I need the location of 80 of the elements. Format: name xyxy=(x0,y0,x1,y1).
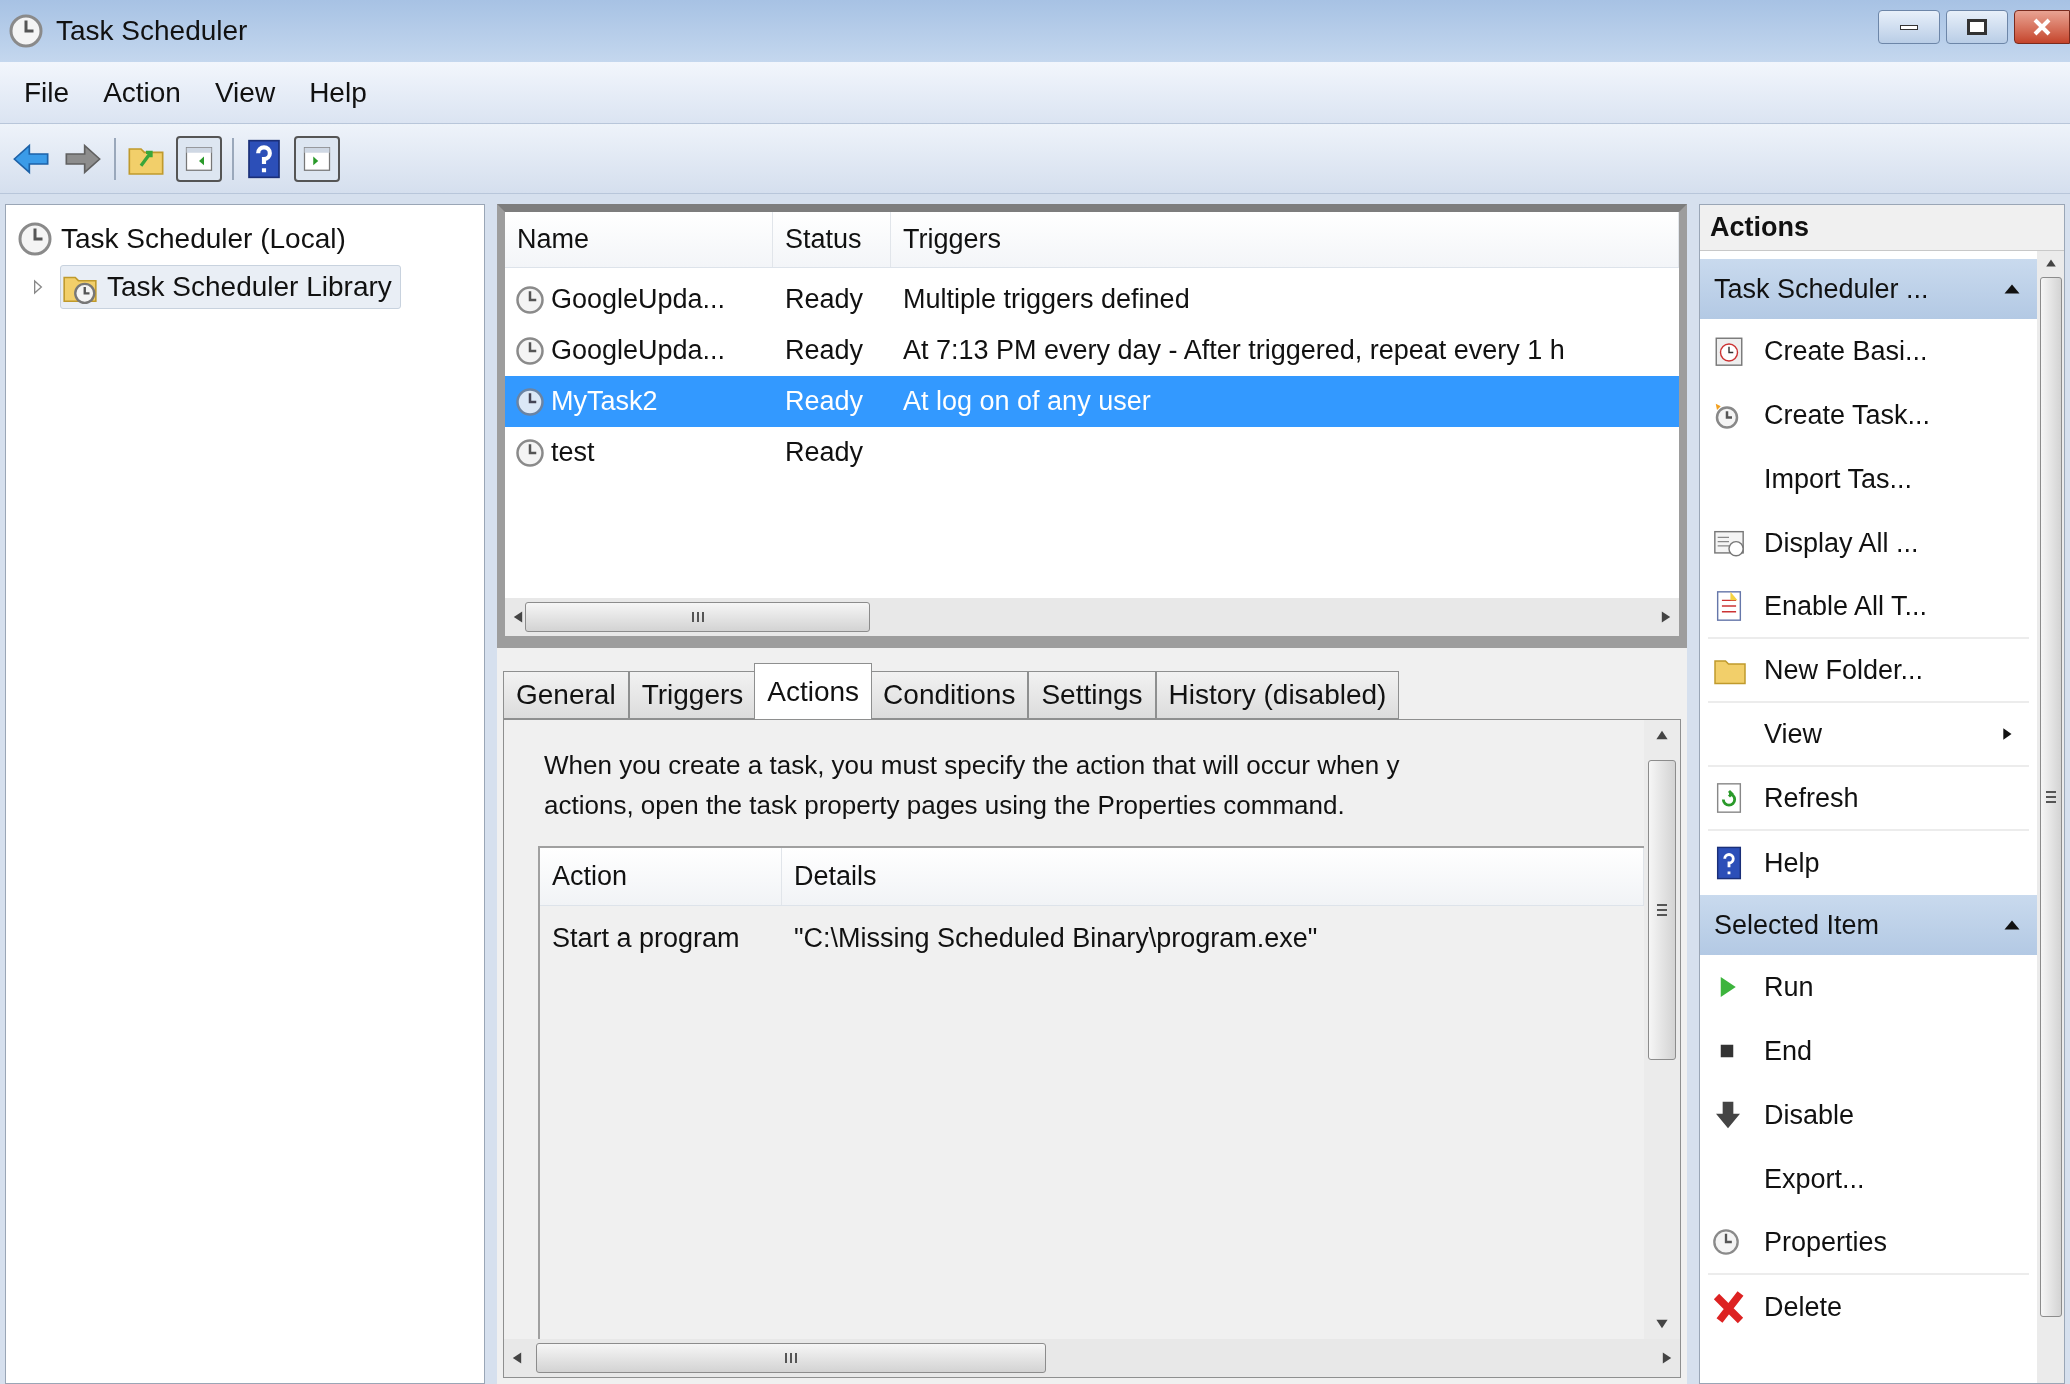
task-status: Ready xyxy=(784,334,865,368)
tab[interactable]: History (disabled) xyxy=(1155,671,1400,719)
action-item[interactable]: Create Basi... xyxy=(1708,319,2029,383)
menu-item[interactable]: View xyxy=(212,71,278,114)
tree-item[interactable]: Task Scheduler (Local) xyxy=(16,217,355,261)
action-item[interactable]: Enable All T... xyxy=(1708,575,2029,639)
action-item[interactable]: Import Tas... xyxy=(1708,447,2029,511)
close-button[interactable] xyxy=(2014,10,2070,44)
grip-icon xyxy=(2044,789,2057,805)
horizontal-scrollbar[interactable] xyxy=(505,598,1679,636)
action-cell-text: Start a program xyxy=(551,921,741,955)
grip-icon xyxy=(689,611,706,623)
close-icon xyxy=(2032,17,2052,37)
task-name: GoogleUpda... xyxy=(551,283,726,317)
menu-item[interactable]: Action xyxy=(101,71,183,114)
task-triggers: At 7:13 PM every day - After triggered, repeat every 1 h xyxy=(902,334,1566,368)
menu-item[interactable]: File xyxy=(22,71,72,114)
clock-icon xyxy=(8,13,44,49)
minimize-icon xyxy=(1900,24,1918,30)
action-item[interactable]: View xyxy=(1708,703,2029,767)
clock-icon xyxy=(515,284,545,315)
clock-icon xyxy=(1712,1228,1740,1256)
grip-icon xyxy=(1656,902,1668,918)
tab[interactable]: General xyxy=(503,671,629,719)
description-text: actions, open the task property pages using the Properties command. xyxy=(544,789,1346,822)
horizontal-scrollbar[interactable] xyxy=(504,1339,1680,1377)
task-row[interactable]: GoogleUpda... Ready Multiple triggers defined xyxy=(505,274,1679,325)
scroll-up-icon[interactable] xyxy=(2043,257,2058,269)
details-cell-text: "C:\Missing Scheduled Binary\program.exe" xyxy=(793,921,1319,955)
tree-item[interactable]: Task Scheduler Library xyxy=(60,265,401,309)
vertical-scrollbar[interactable] xyxy=(2037,251,2064,1383)
task-row[interactable]: GoogleUpda... Ready At 7:13 PM every day - After triggered, repeat every 1 h xyxy=(505,325,1679,376)
action-item[interactable]: Properties xyxy=(1708,1211,2029,1275)
action-item[interactable]: Display All ... xyxy=(1708,511,2029,575)
tab[interactable]: Conditions xyxy=(870,671,1029,719)
show-hide-action-pane-button[interactable] xyxy=(294,135,340,182)
menu-item[interactable]: Help xyxy=(307,71,369,114)
action-item[interactable]: Refresh xyxy=(1708,767,2029,831)
tab[interactable]: Triggers xyxy=(628,671,757,719)
action-item[interactable]: Export... xyxy=(1708,1147,2029,1211)
scrollbar-thumb[interactable] xyxy=(1648,760,1676,1060)
task-status: Ready xyxy=(784,283,865,317)
maximize-button[interactable] xyxy=(1946,10,2008,44)
column-header[interactable]: Triggers xyxy=(891,212,1679,267)
window-title: Task Scheduler xyxy=(56,14,248,48)
scrollbar-thumb[interactable] xyxy=(2039,277,2062,1317)
task-row[interactable]: test Ready xyxy=(505,427,1679,478)
task-name: test xyxy=(551,436,595,470)
maximize-icon xyxy=(1967,19,1987,35)
task-name: GoogleUpda... xyxy=(551,334,726,368)
action-item[interactable]: Create Task... xyxy=(1708,383,2029,447)
grip-icon xyxy=(783,1352,799,1364)
description-text: When you create a task, you must specify the action that will occur when y xyxy=(544,749,1401,782)
action-item[interactable]: Help xyxy=(1708,831,2029,895)
column-header[interactable]: Action xyxy=(540,848,782,905)
show-hide-tree-button[interactable] xyxy=(176,135,222,182)
action-item[interactable]: End xyxy=(1708,1019,2029,1083)
tab[interactable]: Actions xyxy=(754,663,873,719)
action-item[interactable]: Run xyxy=(1708,955,2029,1019)
tab[interactable]: Settings xyxy=(1028,671,1156,719)
minimize-button[interactable] xyxy=(1878,10,1940,44)
action-item[interactable]: New Folder... xyxy=(1708,639,2029,703)
task-status: Ready xyxy=(784,436,865,470)
vertical-scrollbar[interactable] xyxy=(1644,720,1680,1339)
task-triggers: At log on of any user xyxy=(902,385,1152,419)
scrollbar-thumb[interactable] xyxy=(536,1343,1046,1373)
column-header[interactable]: Status xyxy=(773,212,891,267)
section-header[interactable]: Task Scheduler ... xyxy=(1700,259,2037,319)
action-item[interactable]: Delete xyxy=(1708,1275,2029,1339)
action-item[interactable]: Disable xyxy=(1708,1083,2029,1147)
scrollbar-thumb[interactable] xyxy=(525,602,870,632)
task-status: Ready xyxy=(784,385,865,419)
clock-icon xyxy=(17,221,53,257)
task-name: MyTask2 xyxy=(551,385,658,419)
clock-icon xyxy=(515,437,545,468)
column-header[interactable]: Name xyxy=(505,212,773,267)
section-header[interactable]: Selected Item xyxy=(1700,895,2037,955)
task-triggers: Multiple triggers defined xyxy=(902,283,1191,317)
clock-icon xyxy=(515,335,545,366)
clock-icon xyxy=(515,386,545,417)
